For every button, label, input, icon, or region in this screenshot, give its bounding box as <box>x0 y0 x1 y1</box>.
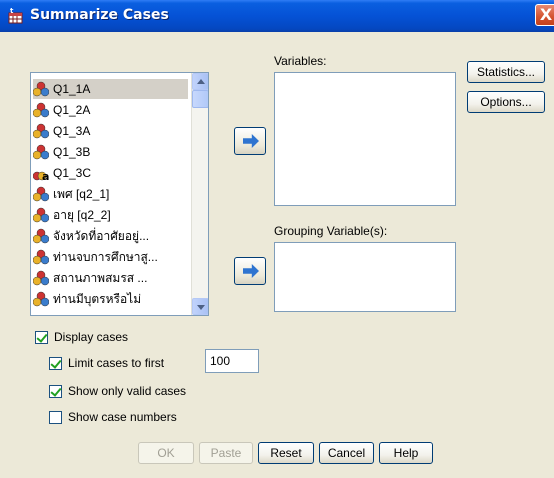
scale-variable-icon <box>33 102 49 118</box>
right-arrow-icon <box>243 134 259 148</box>
variable-list-item-label: สถานภาพสมรส ... <box>53 270 148 285</box>
variable-list-item[interactable]: ท่านมีบุตรหรือไม่ <box>33 289 188 309</box>
variable-list-item[interactable]: ท่านจบการศึกษาสู... <box>33 247 188 267</box>
show-valid-checkbox[interactable] <box>49 384 62 398</box>
variable-list-item-label: Q1_3C <box>53 166 92 180</box>
scroll-down-icon <box>197 305 205 310</box>
limit-cases-label: Limit cases to first <box>68 356 165 370</box>
variable-list-item[interactable]: เพศ [q2_1] <box>33 184 188 204</box>
grouping-target-list[interactable] <box>274 242 456 312</box>
variable-list-item-label: อายุ [q2_2] <box>53 207 111 222</box>
reset-button[interactable]: Reset <box>258 442 314 464</box>
move-to-variables-button[interactable] <box>234 127 266 155</box>
move-to-grouping-button[interactable] <box>234 257 266 285</box>
scale-variable-icon <box>33 291 49 307</box>
scale-variable-icon <box>33 144 49 160</box>
limit-cases-row[interactable]: Limit cases to first <box>49 356 164 370</box>
show-case-numbers-label: Show case numbers <box>68 410 177 424</box>
show-valid-row[interactable]: Show only valid cases <box>49 384 186 398</box>
scale-variable-icon <box>33 228 49 244</box>
paste-button[interactable]: Paste <box>199 442 253 464</box>
scale-variable-icon <box>33 123 49 139</box>
ok-button[interactable]: OK <box>138 442 194 464</box>
scroll-down-button[interactable] <box>192 298 208 315</box>
variables-label: Variables: <box>274 54 327 68</box>
cancel-button[interactable]: Cancel <box>319 442 374 464</box>
scroll-up-button[interactable] <box>192 73 208 90</box>
scroll-thumb[interactable] <box>192 90 208 108</box>
variable-list-item-label: Q1_2A <box>53 103 91 117</box>
limit-cases-checkbox[interactable] <box>49 356 62 370</box>
display-cases-row[interactable]: Display cases <box>35 330 128 344</box>
scale-variable-icon <box>33 81 49 97</box>
show-case-numbers-row[interactable]: Show case numbers <box>49 410 177 424</box>
variable-list-item-label: Q1_1A <box>53 82 91 96</box>
limit-cases-input[interactable]: 100 <box>205 349 259 373</box>
window-title: Summarize Cases <box>30 7 169 23</box>
variable-list-item[interactable]: สถานภาพสมรส ... <box>33 268 188 288</box>
display-cases-checkbox[interactable] <box>35 330 48 344</box>
variables-target-list[interactable] <box>274 72 456 206</box>
display-cases-label: Display cases <box>54 330 129 344</box>
variable-list-item[interactable]: จังหวัดที่อาศัยอยู่... <box>33 226 188 246</box>
grouping-variables-label: Grouping Variable(s): <box>274 224 388 238</box>
scale-variable-icon <box>33 207 49 223</box>
scroll-up-icon <box>197 79 205 84</box>
variable-list-item-label: จังหวัดที่อาศัยอยู่... <box>53 228 150 243</box>
show-case-numbers-checkbox[interactable] <box>49 410 62 424</box>
close-button[interactable]: X <box>535 4 554 26</box>
variable-list-item[interactable]: a Q1_3C <box>33 163 188 183</box>
variable-list-item[interactable]: Q1_3B <box>33 142 188 162</box>
variable-list-scrollbar[interactable] <box>191 73 208 315</box>
variable-list-item[interactable]: Q1_1A <box>33 79 188 99</box>
variable-list-item-label: Q1_3B <box>53 145 91 159</box>
variable-list-item[interactable]: Q1_3A <box>33 121 188 141</box>
source-variable-list[interactable]: ท่านมีบุตรหรือไม่ สถานภาพสมรส ... ท่านจบกา… <box>30 72 209 316</box>
variable-list-item-label: ท่านมีบุตรหรือไม่ <box>53 291 142 306</box>
variable-list-item-label: เพศ [q2_1] <box>53 186 110 201</box>
scale-variable-icon <box>33 186 49 202</box>
variable-list-item-label: ท่านจบการศึกษาสู... <box>53 249 158 264</box>
show-valid-label: Show only valid cases <box>68 384 187 398</box>
variable-list-item-label: Q1_3A <box>53 124 91 138</box>
string-variable-icon: a <box>33 170 49 181</box>
options-button[interactable]: Options... <box>467 91 545 113</box>
scale-variable-icon <box>33 249 49 265</box>
summarize-cases-icon: t <box>8 8 23 24</box>
title-bar: t Summarize Cases X <box>0 0 554 32</box>
close-icon: X <box>539 5 553 24</box>
right-arrow-icon <box>243 264 259 278</box>
statistics-button[interactable]: Statistics... <box>467 61 545 83</box>
scale-variable-icon <box>33 270 49 286</box>
variable-list-item[interactable]: Q1_2A <box>33 100 188 120</box>
help-button[interactable]: Help <box>379 442 433 464</box>
svg-text:a: a <box>42 170 49 181</box>
variable-list-item[interactable]: อายุ [q2_2] <box>33 205 188 225</box>
